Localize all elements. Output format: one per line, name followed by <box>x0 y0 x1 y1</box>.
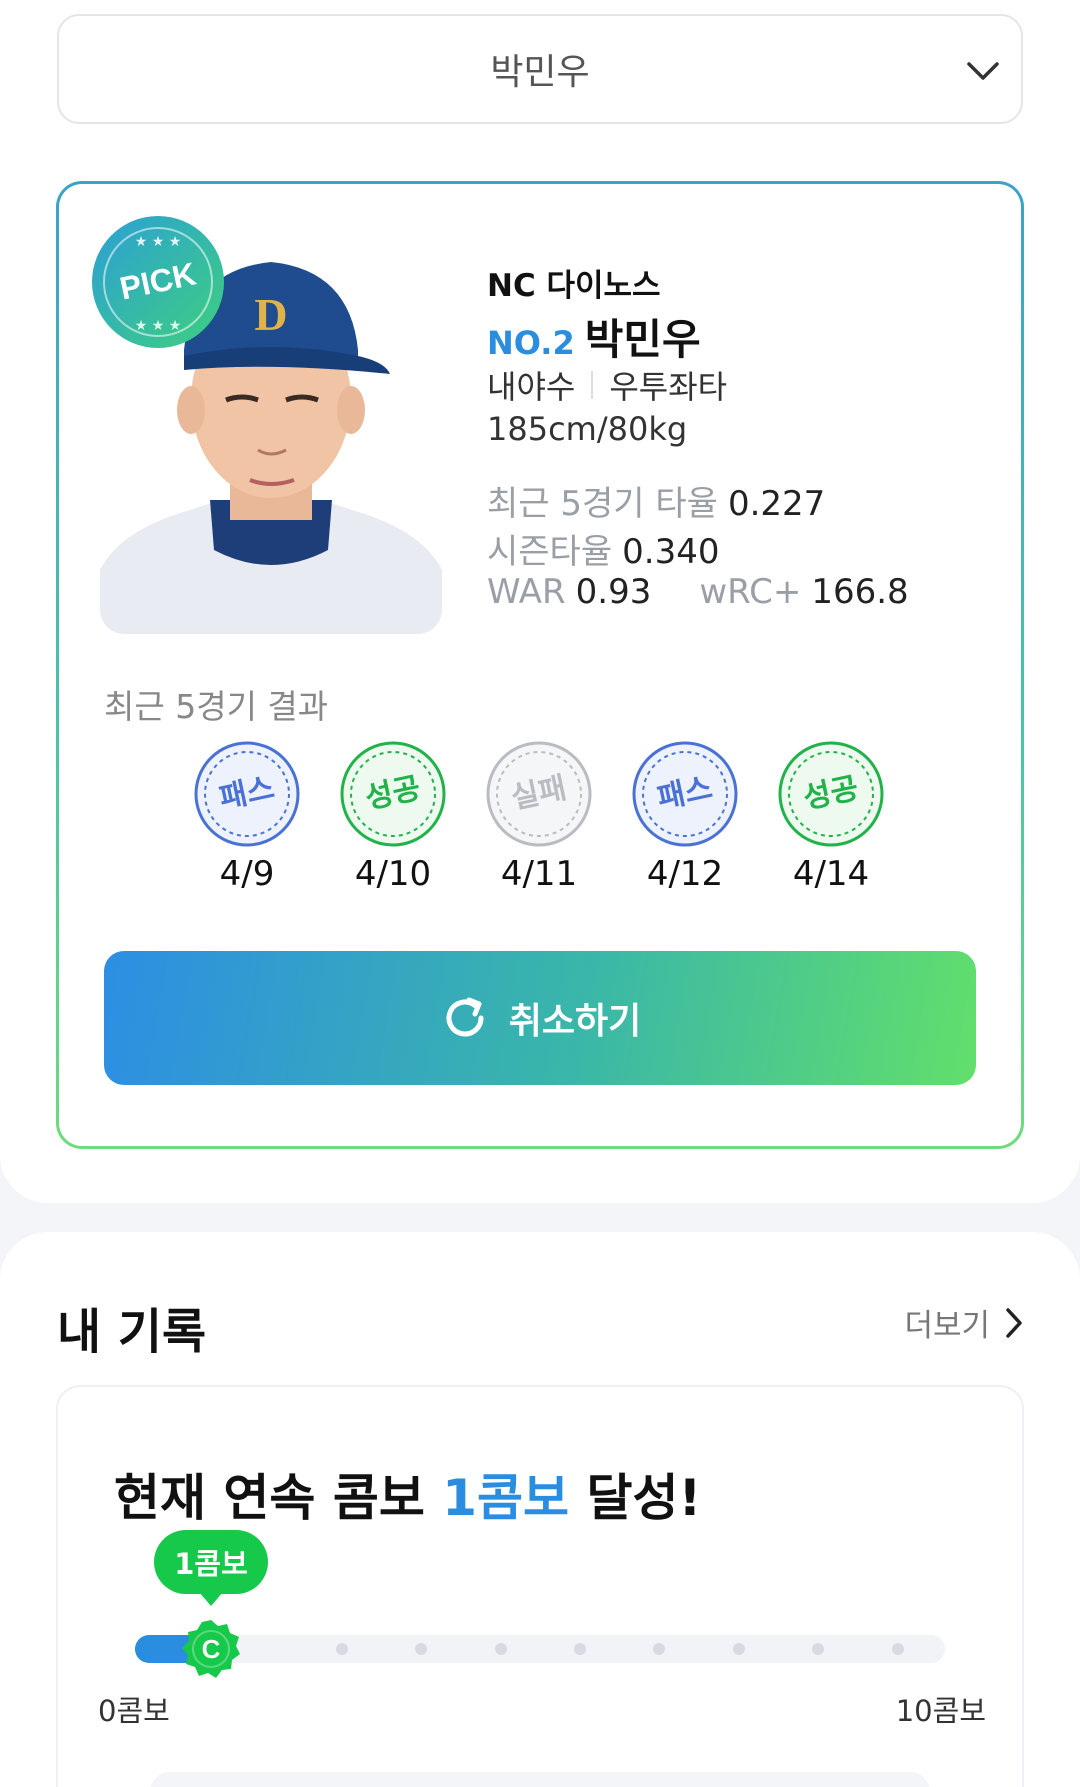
result-stamp: 성공 4/14 <box>776 740 886 894</box>
stat-recent5: 최근 5경기 타율 0.227 <box>487 476 825 525</box>
player-physical: 185cm/80kg <box>487 410 688 448</box>
svg-text:C: C <box>202 1634 221 1664</box>
more-link[interactable]: 더보기 <box>904 1300 1024 1345</box>
result-stamp: 패스 4/12 <box>630 740 740 894</box>
player-position: 내야수 우투좌타 <box>487 362 727 408</box>
stat-season: 시즌타율 0.340 <box>487 524 719 573</box>
bubble-tail <box>199 1592 223 1606</box>
combo-min-label: 0콤보 <box>98 1694 170 1728</box>
result-stamp-icon: 성공 <box>340 741 446 847</box>
player-name: 박민우 <box>584 315 701 364</box>
combo-max-label: 10콤보 <box>895 1694 986 1728</box>
stat-label: 최근 5경기 타율 <box>487 484 718 524</box>
result-stamp: 성공 4/10 <box>338 740 448 894</box>
stat-value: 0.93 <box>575 572 652 612</box>
stat-label: 시즌타율 <box>487 532 613 572</box>
result-stamp-icon: 실패 <box>486 741 592 847</box>
stat-value: 0.227 <box>727 484 826 524</box>
position-label: 내야수 <box>487 368 576 406</box>
combo-marker-icon: C <box>182 1620 240 1678</box>
stat-label: wRC+ <box>699 572 802 612</box>
bats-throws: 우투좌타 <box>609 368 728 406</box>
result-stamp-icon: 패스 <box>194 741 300 847</box>
result-date: 4/14 <box>792 854 870 894</box>
player-number-name: NO.2 박민우 <box>487 306 701 367</box>
chevron-right-icon <box>1006 1307 1022 1338</box>
stat-value: 166.8 <box>811 572 909 612</box>
result-stamp-icon: 성공 <box>778 741 884 847</box>
combo-step-dot <box>335 1643 348 1655</box>
combo-step-dot <box>732 1643 745 1655</box>
partial-card-below <box>150 1772 930 1787</box>
my-record-title: 내 기록 <box>57 1304 207 1360</box>
stat-value: 0.340 <box>622 532 720 572</box>
combo-headline: 현재 연속 콤보 1콤보 달성! <box>114 1469 702 1527</box>
combo-step-dot <box>891 1643 904 1655</box>
combo-step-dot <box>494 1643 507 1655</box>
result-stamp: 실패 4/11 <box>484 740 594 894</box>
result-stamp-icon: 패스 <box>632 741 738 847</box>
svg-text:D: D <box>254 289 287 340</box>
result-date: 4/12 <box>646 854 724 894</box>
divider <box>591 371 594 399</box>
team-name: NC 다이노스 <box>487 268 661 304</box>
recent-results-title: 최근 5경기 결과 <box>104 687 329 726</box>
stat-war-wrc: WAR 0.93 wRC+ 166.8 <box>487 572 909 612</box>
player-select[interactable]: 박민우 <box>57 14 1023 124</box>
chevron-down-icon <box>967 62 999 80</box>
cancel-button[interactable]: 취소하기 <box>104 951 976 1085</box>
current-combo-bubble: 1콤보 <box>154 1530 268 1594</box>
svg-text:★ ★ ★: ★ ★ ★ <box>135 318 182 334</box>
cancel-button-label: 취소하기 <box>508 1001 642 1042</box>
result-date: 4/9 <box>219 854 275 894</box>
combo-step-dot <box>574 1643 586 1655</box>
player-select-value: 박민우 <box>490 52 590 93</box>
more-link-label: 더보기 <box>904 1308 990 1344</box>
result-date: 4/10 <box>354 854 432 894</box>
refresh-icon <box>446 997 484 1037</box>
result-stamp: 패스 4/9 <box>192 740 302 894</box>
svg-text:★ ★ ★: ★ ★ ★ <box>135 234 182 250</box>
pick-badge: PICK ★ ★ ★ ★ ★ ★ <box>92 216 224 348</box>
stat-label: WAR <box>487 572 566 612</box>
combo-headline-value: 1콤보 <box>442 1469 570 1527</box>
result-date: 4/11 <box>500 854 578 894</box>
player-number: NO.2 <box>487 324 575 362</box>
